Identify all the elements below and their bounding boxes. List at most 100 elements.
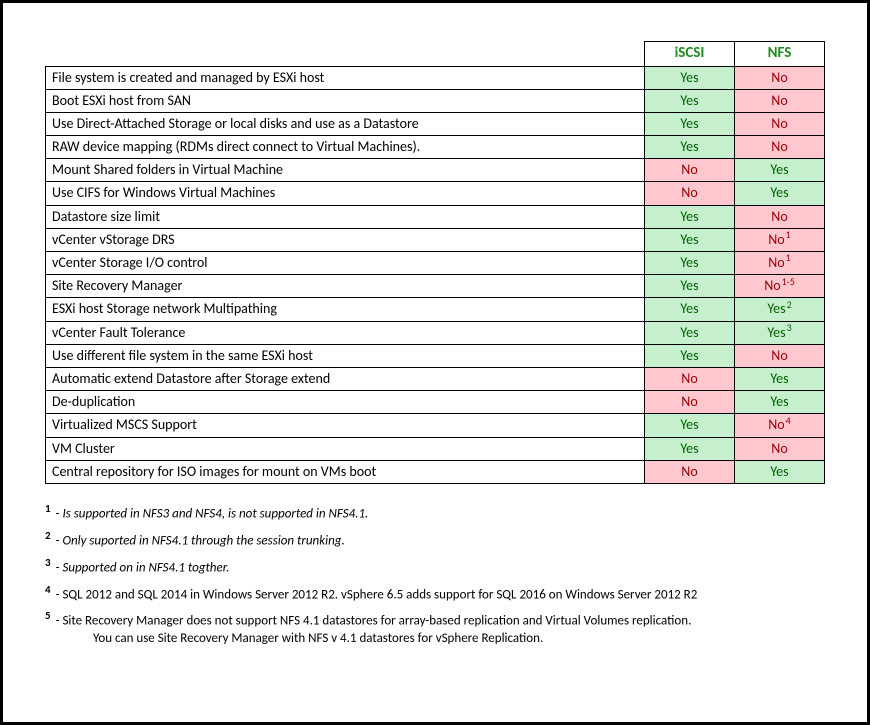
cell-text: Yes xyxy=(680,92,698,109)
table-row: Use CIFS for Windows Virtual MachinesNoY… xyxy=(46,182,825,205)
feature-cell: Use Direct-Attached Storage or local dis… xyxy=(46,112,645,135)
footnote: 4 - SQL 2012 and SQL 2014 in Windows Ser… xyxy=(45,583,825,604)
cell-text: Yes xyxy=(680,69,698,86)
nfs-cell: No xyxy=(735,344,825,367)
table-row: Site Recovery Manager Yes No1-5 xyxy=(46,275,825,298)
cell-text: Yes xyxy=(680,300,698,317)
iscsi-cell: No xyxy=(645,159,735,182)
nfs-cell: Yes xyxy=(735,460,825,483)
nfs-cell: Yes xyxy=(735,367,825,390)
nfs-cell: No xyxy=(735,112,825,135)
feature-cell: Automatic extend Datastore after Storage… xyxy=(46,367,645,390)
iscsi-cell: No xyxy=(645,391,735,414)
feature-cell: ESXi host Storage network Multipathing xyxy=(46,298,645,321)
footnote-number: 1 xyxy=(45,502,51,515)
cell-superscript: 3 xyxy=(787,321,792,334)
footnote-separator: - xyxy=(53,560,63,575)
feature-cell: RAW device mapping (RDMs direct connect … xyxy=(46,136,645,159)
header-iscsi: iSCSI xyxy=(645,42,735,67)
cell-text: Yes xyxy=(680,416,698,433)
table-row: vCenter vStorage DRSYesNo1 xyxy=(46,228,825,251)
nfs-cell: No xyxy=(735,66,825,89)
nfs-cell: No4 xyxy=(735,414,825,437)
nfs-cell: Yes xyxy=(735,182,825,205)
cell-text: No xyxy=(681,184,697,201)
cell-text: No xyxy=(771,115,787,132)
nfs-cell: Yes xyxy=(735,159,825,182)
feature-cell: De-duplication xyxy=(46,391,645,414)
cell-text: Yes xyxy=(680,115,698,132)
iscsi-cell: No xyxy=(645,367,735,390)
cell-text: Yes xyxy=(770,463,788,480)
table-header-row: iSCSI NFS xyxy=(46,42,825,67)
footnote-separator: - xyxy=(53,506,63,521)
table-row: VM ClusterYesNo xyxy=(46,437,825,460)
nfs-cell: No1-5 xyxy=(735,275,825,298)
footnotes-section: 1 - Is supported in NFS3 and NFS4, is no… xyxy=(45,502,825,648)
iscsi-cell: Yes xyxy=(645,252,735,275)
document-frame: iSCSI NFS File system is created and man… xyxy=(0,0,870,725)
table-row: Datastore size limitYesNo xyxy=(46,205,825,228)
feature-cell: Virtualized MSCS Support xyxy=(46,414,645,437)
footnote: 3 - Supported on in NFS4.1 togther. xyxy=(45,556,825,577)
iscsi-cell: Yes xyxy=(645,298,735,321)
table-row: Boot ESXi host from SANYesNo xyxy=(46,89,825,112)
cell-text: No xyxy=(768,254,784,271)
cell-text: Yes xyxy=(680,440,698,457)
table-row: Central repository for ISO images for mo… xyxy=(46,460,825,483)
footnote-separator: - xyxy=(53,533,63,548)
feature-cell: vCenter Storage I/O control xyxy=(46,252,645,275)
cell-text: Yes xyxy=(767,300,785,317)
nfs-cell: No1 xyxy=(735,252,825,275)
iscsi-cell: Yes xyxy=(645,275,735,298)
table-row: RAW device mapping (RDMs direct connect … xyxy=(46,136,825,159)
cell-text: Yes xyxy=(770,161,788,178)
table-row: Use different file system in the same ES… xyxy=(46,344,825,367)
nfs-cell: Yes xyxy=(735,391,825,414)
cell-text: No xyxy=(681,393,697,410)
cell-text: Yes xyxy=(767,324,785,341)
iscsi-cell: Yes xyxy=(645,112,735,135)
cell-text: No xyxy=(681,463,697,480)
feature-cell: Mount Shared folders in Virtual Machine xyxy=(46,159,645,182)
nfs-cell: No xyxy=(735,205,825,228)
cell-text: Yes xyxy=(770,393,788,410)
cell-superscript: 2 xyxy=(787,298,792,311)
table-row: Mount Shared folders in Virtual Machine N… xyxy=(46,159,825,182)
cell-text: Yes xyxy=(770,370,788,387)
table-row: vCenter Storage I/O controlYesNo1 xyxy=(46,252,825,275)
cell-text: No xyxy=(771,440,787,457)
feature-cell: Central repository for ISO images for mo… xyxy=(46,460,645,483)
comparison-table: iSCSI NFS File system is created and man… xyxy=(45,41,825,484)
nfs-cell: No xyxy=(735,136,825,159)
table-row: vCenter Fault ToleranceYesYes3 xyxy=(46,321,825,344)
footnote: 2 - Only suported in NFS4.1 through the … xyxy=(45,529,825,550)
iscsi-cell: No xyxy=(645,182,735,205)
feature-cell: vCenter Fault Tolerance xyxy=(46,321,645,344)
cell-text: Yes xyxy=(770,184,788,201)
table-row: Use Direct-Attached Storage or local dis… xyxy=(46,112,825,135)
feature-cell: Site Recovery Manager xyxy=(46,275,645,298)
cell-text: No xyxy=(681,370,697,387)
cell-text: No xyxy=(771,208,787,225)
footnote-continuation: You can use Site Recovery Manager with N… xyxy=(69,630,825,648)
cell-text: No xyxy=(771,69,787,86)
cell-text: Yes xyxy=(680,277,698,294)
footnote-separator: - xyxy=(53,614,63,629)
cell-text: No xyxy=(768,231,784,248)
cell-text: Yes xyxy=(680,324,698,341)
footnote-number: 2 xyxy=(45,529,51,542)
table-row: De-duplication No Yes xyxy=(46,391,825,414)
iscsi-cell: Yes xyxy=(645,321,735,344)
nfs-cell: Yes3 xyxy=(735,321,825,344)
cell-text: No xyxy=(771,347,787,364)
footnote: 5 - Site Recovery Manager does not suppo… xyxy=(45,609,825,647)
nfs-cell: No xyxy=(735,437,825,460)
cell-text: No xyxy=(681,161,697,178)
table-row: Virtualized MSCS Support Yes No4 xyxy=(46,414,825,437)
iscsi-cell: Yes xyxy=(645,228,735,251)
footnote-text: Is supported in NFS3 and NFS4, is not su… xyxy=(62,506,368,521)
footnote-number: 5 xyxy=(45,609,51,622)
cell-superscript: 1-5 xyxy=(782,275,795,288)
iscsi-cell: Yes xyxy=(645,66,735,89)
